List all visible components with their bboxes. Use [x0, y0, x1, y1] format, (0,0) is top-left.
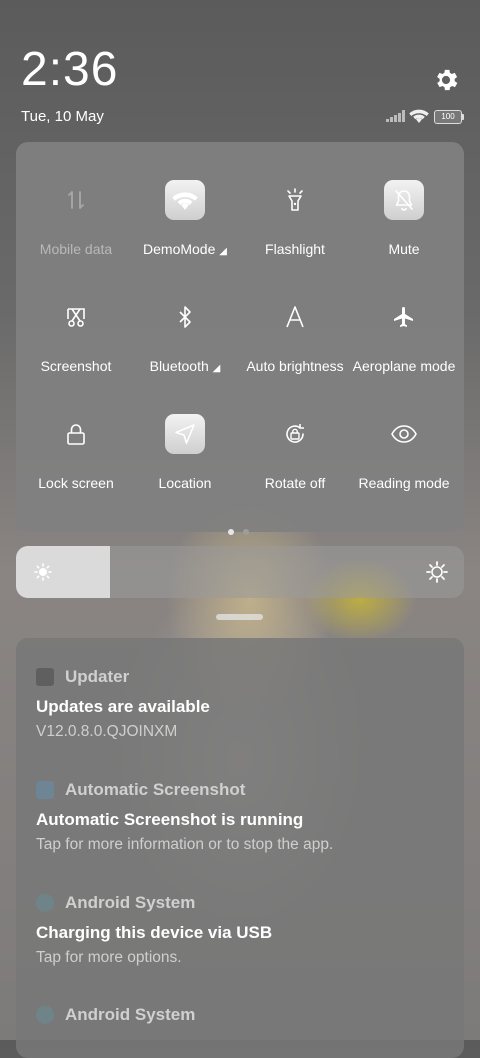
notification-title: Automatic Screenshot is running — [36, 810, 304, 829]
updater-app-icon — [36, 668, 54, 686]
expand-arrow-icon: ◢ — [212, 363, 221, 374]
tile-label: Aeroplane mode — [352, 358, 456, 374]
lock-icon — [56, 414, 96, 454]
tile-label: Bluetooth ◢ — [149, 358, 221, 374]
tile-rotate-off[interactable]: Rotate off — [239, 376, 351, 491]
page-dot[interactable] — [228, 529, 234, 535]
notification-panel: Updater Updates are available V12.0.8.0.… — [16, 638, 464, 1058]
android-system-icon — [36, 1006, 54, 1024]
page-indicator — [228, 522, 258, 540]
location-icon — [165, 414, 205, 454]
tile-label: DemoMode ◢ — [143, 241, 227, 257]
android-system-icon — [36, 894, 54, 912]
tile-demomode[interactable]: DemoMode ◢ — [129, 142, 241, 257]
notification-header: Updater — [36, 666, 129, 688]
tile-mobile-data[interactable]: Mobile data — [20, 142, 132, 257]
tile-label: Screenshot — [40, 358, 112, 374]
airplane-icon — [384, 297, 424, 337]
mobile-data-icon — [56, 180, 96, 220]
expand-arrow-icon: ◢ — [219, 246, 227, 257]
auto-brightness-icon — [275, 297, 315, 337]
page-dot[interactable] — [243, 529, 249, 535]
clock[interactable]: 2:36 — [21, 46, 118, 94]
signal-icon — [386, 110, 405, 122]
gear-icon[interactable] — [432, 66, 460, 94]
tile-reading-mode[interactable]: Reading mode — [348, 376, 460, 491]
tile-label: Location — [158, 475, 212, 491]
tile-lock-screen[interactable]: Lock screen — [20, 376, 132, 491]
status-bar: 2:36 Tue, 10 May 100 — [0, 0, 480, 140]
date[interactable]: Tue, 10 May — [21, 108, 104, 125]
battery-indicator: 100 — [434, 110, 464, 124]
notification-header: Android System — [36, 1004, 195, 1026]
tile-flashlight[interactable]: Flashlight — [239, 142, 351, 257]
brightness-fill — [16, 546, 111, 598]
screenshot-icon — [56, 297, 96, 337]
notification-app-name: Android System — [65, 1005, 196, 1024]
notification-app-name: Android System — [65, 893, 196, 912]
tile-location[interactable]: Location — [129, 376, 241, 491]
tile-screenshot[interactable]: Screenshot — [20, 259, 132, 374]
tile-label: Rotate off — [264, 475, 326, 491]
notification-text: Tap for more options. — [36, 949, 182, 966]
drag-handle[interactable] — [216, 614, 263, 620]
tile-label: Mobile data — [39, 241, 113, 257]
tile-label: Mute — [388, 241, 420, 257]
tile-label: Auto brightness — [246, 358, 344, 374]
wifi-icon — [165, 180, 205, 220]
eye-icon — [384, 414, 424, 454]
tile-label: Lock screen — [38, 475, 114, 491]
tile-label: Reading mode — [358, 475, 450, 491]
notification-app-name: Updater — [65, 667, 130, 686]
tile-aeroplane-mode[interactable]: Aeroplane mode — [348, 259, 460, 374]
quick-settings-panel: Mobile data DemoMode ◢ Flashlight Mute S… — [16, 142, 464, 535]
wifi-status-icon — [409, 109, 429, 123]
notification-header: Automatic Screenshot — [36, 779, 245, 801]
notification-app-name: Automatic Screenshot — [65, 780, 246, 799]
brightness-slider[interactable] — [16, 546, 464, 598]
notification-title: Updates are available — [36, 697, 210, 716]
notification-title: Charging this device via USB — [36, 923, 273, 942]
notification-header: Android System — [36, 892, 195, 914]
screenshot-app-icon — [36, 781, 54, 799]
flashlight-icon — [275, 180, 315, 220]
brightness-low-icon — [34, 563, 52, 581]
tile-label: Flashlight — [265, 241, 325, 257]
notification-text: Tap for more information or to stop the … — [36, 836, 334, 853]
bluetooth-icon — [165, 297, 205, 337]
brightness-high-icon — [426, 561, 448, 583]
tile-auto-brightness[interactable]: Auto brightness — [239, 259, 351, 374]
notification-text: V12.0.8.0.QJOINXM — [36, 723, 178, 740]
bell-off-icon — [384, 180, 424, 220]
tile-bluetooth[interactable]: Bluetooth ◢ — [129, 259, 241, 374]
tile-mute[interactable]: Mute — [348, 142, 460, 257]
rotate-lock-icon — [275, 414, 315, 454]
